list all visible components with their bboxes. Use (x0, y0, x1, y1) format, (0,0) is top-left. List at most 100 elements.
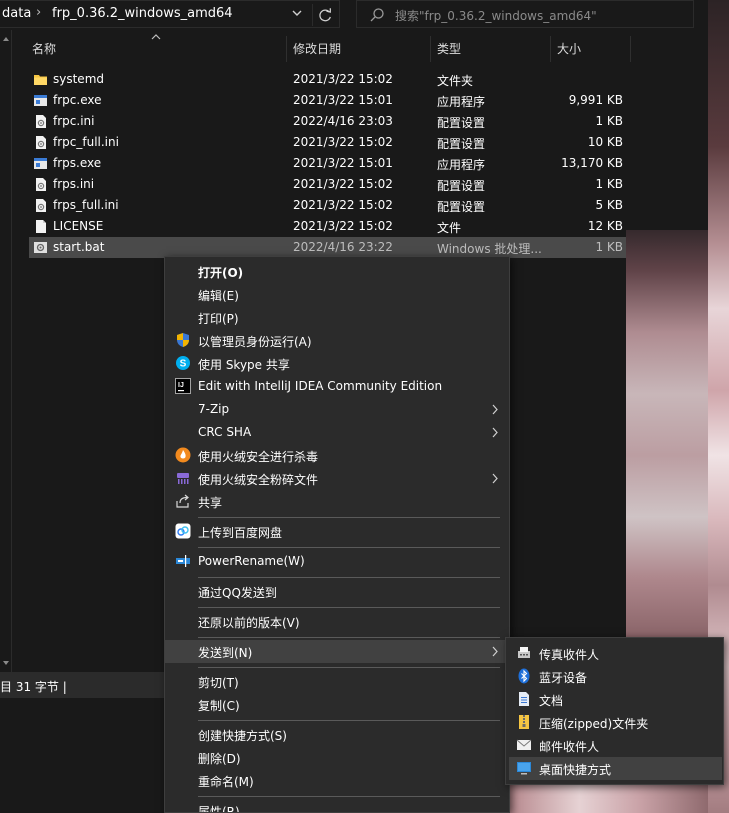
mail-icon (516, 739, 532, 750)
menu-item-huorong-shred[interactable]: 使用火绒安全粉碎文件 (165, 467, 509, 490)
menu-item-send-to[interactable]: 发送到(N) (165, 640, 509, 663)
uac-shield-icon (177, 333, 189, 347)
desktop-icon (517, 762, 531, 775)
menu-item-rename[interactable]: 重命名(M) (165, 769, 509, 792)
scroll-up-icon[interactable] (1, 34, 11, 44)
scroll-down-icon[interactable] (1, 658, 11, 668)
file-type: 配置设置 (437, 179, 486, 193)
file-modified: 2021/3/22 15:02 (293, 177, 393, 191)
menu-item-power-rename[interactable]: PowerRename(W) (165, 550, 509, 573)
bluetooth-icon (518, 668, 530, 684)
menu-item-edit[interactable]: 编辑(E) (165, 283, 509, 306)
documents-icon (519, 692, 529, 706)
file-row-selected[interactable]: start.bat 2022/4/16 23:22 Windows 批处理...… (29, 237, 626, 258)
search-input[interactable]: 搜索"frp_0.36.2_windows_amd64" (356, 0, 694, 28)
file-modified: 2022/4/16 23:03 (293, 114, 393, 128)
intellij-icon: IJ (175, 378, 191, 394)
file-row[interactable]: frps_full.ini 2021/3/22 15:02 配置设置 5 KB (29, 195, 626, 216)
submenu-item-mail[interactable]: 邮件收件人 (509, 734, 722, 757)
menu-item-label: 共享 (198, 496, 223, 510)
menu-item-delete[interactable]: 删除(D) (165, 746, 509, 769)
search-placeholder: 搜索"frp_0.36.2_windows_amd64" (395, 9, 597, 23)
menu-item-create-shortcut[interactable]: 创建快捷方式(S) (165, 723, 509, 746)
menu-item-label: 使用 Skype 共享 (198, 358, 290, 372)
status-text: 目 31 字节 | (0, 680, 67, 694)
menu-item-skype-share[interactable]: S 使用 Skype 共享 (165, 352, 509, 375)
column-header-size[interactable]: 大小 (557, 36, 581, 62)
file-size: 1 KB (595, 240, 623, 254)
file-row[interactable]: LICENSE 2021/3/22 15:02 文件 12 KB (29, 216, 626, 237)
column-header-type[interactable]: 类型 (437, 36, 461, 62)
file-row[interactable]: frpc_full.ini 2021/3/22 15:02 配置设置 10 KB (29, 132, 626, 153)
menu-item-label: 7-Zip (198, 402, 230, 416)
column-divider[interactable] (550, 36, 551, 62)
chevron-right-icon (492, 646, 498, 657)
submenu-item-desktop-shortcut[interactable]: 桌面快捷方式 (509, 757, 722, 780)
file-row[interactable]: frps.exe 2021/3/22 15:01 应用程序 13,170 KB (29, 153, 626, 174)
menu-item-copy[interactable]: 复制(C) (165, 693, 509, 716)
huorong-fire-icon (175, 447, 191, 463)
file-type: Windows 批处理... (437, 242, 542, 256)
file-name: frps.exe (53, 156, 102, 170)
menu-item-share[interactable]: 共享 (165, 490, 509, 513)
menu-item-label: 重命名(M) (198, 775, 254, 789)
file-modified: 2021/3/22 15:02 (293, 198, 393, 212)
menu-item-print[interactable]: 打印(P) (165, 306, 509, 329)
file-row[interactable]: frps.ini 2021/3/22 15:02 配置设置 1 KB (29, 174, 626, 195)
column-divider[interactable] (286, 36, 287, 62)
file-size: 10 KB (587, 135, 623, 149)
chevron-down-icon[interactable] (290, 6, 304, 20)
file-modified: 2021/3/22 15:01 (293, 156, 393, 170)
breadcrumb[interactable]: data › frp_0.36.2_windows_amd64 (0, 0, 340, 28)
column-divider[interactable] (630, 36, 631, 62)
search-icon (370, 8, 384, 22)
menu-item-7zip[interactable]: 7-Zip (165, 398, 509, 421)
folder-icon (34, 75, 47, 85)
file-row[interactable]: systemd 2021/3/22 15:02 文件夹 (29, 69, 626, 90)
submenu-item-zip[interactable]: 压缩(zipped)文件夹 (509, 711, 722, 734)
breadcrumb-current-folder[interactable]: frp_0.36.2_windows_amd64 (52, 6, 233, 21)
menu-item-cut[interactable]: 剪切(T) (165, 670, 509, 693)
bat-icon (34, 242, 47, 253)
file-modified: 2022/4/16 23:22 (293, 240, 393, 254)
menu-item-label: CRC SHA (198, 425, 252, 439)
menu-item-baidu-upload[interactable]: 上传到百度网盘 (165, 520, 509, 543)
submenu-item-label: 桌面快捷方式 (539, 763, 612, 777)
breadcrumb-separator[interactable]: › (36, 5, 41, 20)
menu-item-label: 编辑(E) (198, 289, 239, 303)
submenu-item-documents[interactable]: 文档 (509, 688, 722, 711)
ini-icon (36, 115, 46, 128)
menu-item-run-as-admin[interactable]: 以管理员身份运行(A) (165, 329, 509, 352)
navigation-pane[interactable] (0, 30, 12, 672)
menu-item-open[interactable]: 打开(O) (165, 260, 509, 283)
file-size: 9,991 KB (568, 93, 623, 107)
menu-item-qq-send[interactable]: 通过QQ发送到 (165, 580, 509, 603)
refresh-icon[interactable] (312, 4, 338, 26)
file-row[interactable]: frpc.ini 2022/4/16 23:03 配置设置 1 KB (29, 111, 626, 132)
submenu-item-bluetooth[interactable]: 蓝牙设备 (509, 665, 722, 688)
file-row[interactable]: frpc.exe 2021/3/22 15:01 应用程序 9,991 KB (29, 90, 626, 111)
chevron-right-icon (492, 427, 498, 438)
menu-item-huorong-scan[interactable]: 使用火绒安全进行杀毒 (165, 444, 509, 467)
breadcrumb-data[interactable]: data (2, 6, 31, 21)
wallpaper-image (626, 230, 708, 640)
ini-icon (36, 178, 46, 191)
menu-item-properties[interactable]: 属性(R) (165, 799, 509, 812)
file-type: 文件夹 (437, 74, 474, 88)
file-modified: 2021/3/22 15:01 (293, 93, 393, 107)
menu-item-restore-versions[interactable]: 还原以前的版本(V) (165, 610, 509, 633)
menu-item-label: PowerRename(W) (198, 554, 305, 568)
column-divider[interactable] (430, 36, 431, 62)
submenu-item-label: 压缩(zipped)文件夹 (539, 717, 649, 731)
menu-item-label: 以管理员身份运行(A) (198, 335, 312, 349)
ini-icon (36, 136, 46, 149)
column-header-name[interactable]: 名称 (32, 36, 56, 62)
menu-item-label: 复制(C) (198, 699, 240, 713)
file-name: frpc.exe (53, 93, 102, 107)
column-header-modified[interactable]: 修改日期 (293, 36, 341, 62)
menu-item-label: 发送到(N) (198, 646, 253, 660)
file-type: 配置设置 (437, 116, 486, 130)
menu-item-crc-sha[interactable]: CRC SHA (165, 421, 509, 444)
menu-item-intellij[interactable]: IJ Edit with IntelliJ IDEA Community Edi… (165, 375, 509, 398)
submenu-item-fax[interactable]: 传真收件人 (509, 642, 722, 665)
